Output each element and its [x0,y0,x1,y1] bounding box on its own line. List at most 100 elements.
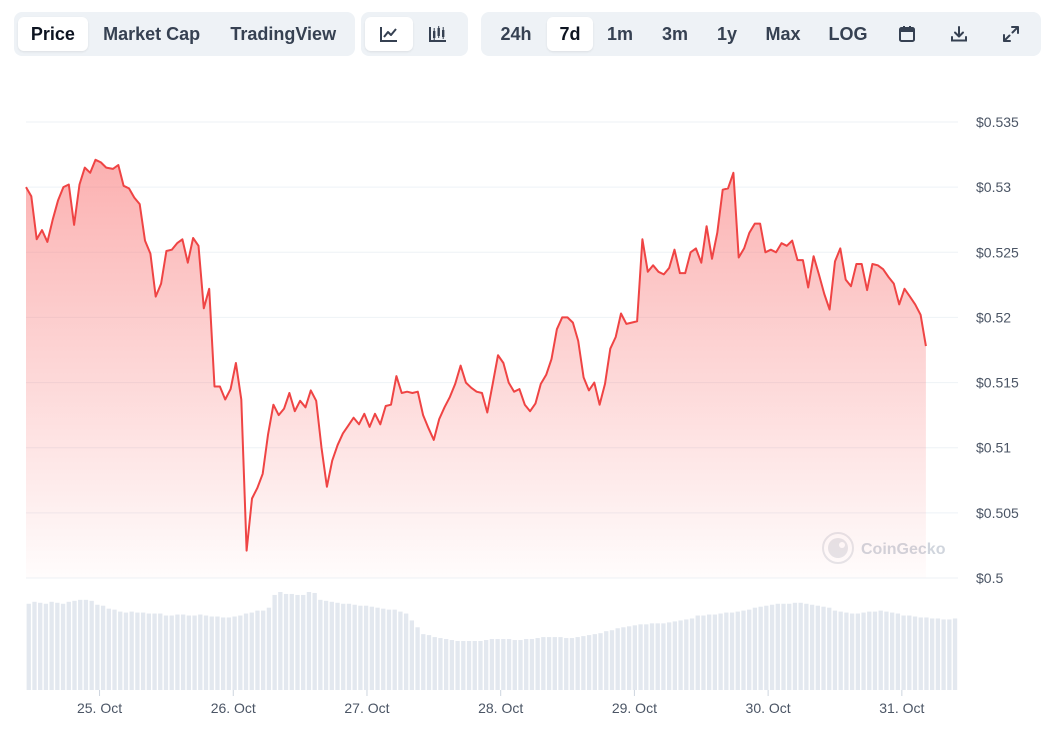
volume-bar [787,603,792,690]
volume-bar [764,605,769,690]
volume-bar [38,602,43,690]
volume-bar [112,609,117,690]
price-chart[interactable]: CoinGecko $0.5$0.505$0.51$0.515$0.52$0.5… [0,0,1043,737]
volume-bar [398,611,403,690]
volume-bar [261,610,266,690]
volume-bar [118,611,123,690]
volume-bar [140,612,146,690]
volume-bar [867,611,872,690]
volume-bar [375,607,380,690]
volume-bar [392,609,397,690]
volume-bar [878,610,883,690]
volume-bar [318,599,323,690]
x-tick-label: 30. Oct [746,700,791,716]
volume-bar [146,613,151,690]
volume-bar [323,600,329,690]
y-tick-label: $0.515 [976,375,1019,391]
volume-bar [552,637,557,690]
volume-bar [123,612,129,690]
volume-bar [884,611,889,690]
volume-bar [598,633,603,690]
volume-bar [935,618,941,690]
volume-bar [752,607,758,690]
volume-bar [747,609,752,690]
volume-bar [501,639,506,690]
volume-bar [546,637,552,690]
volume-bar [741,610,746,690]
volume-bar [443,639,449,690]
volume-bar [569,638,575,690]
volume-bar [649,623,655,690]
volume-bar [129,611,134,690]
y-tick-label: $0.52 [976,309,1011,325]
volume-bar [266,607,272,690]
volume-bar [901,615,906,690]
volume-bar [232,616,237,690]
x-tick-label: 25. Oct [77,700,122,716]
volume-bar [666,622,672,690]
volume-bar [592,634,597,690]
volume-bar [43,603,49,690]
volume-bar [278,592,283,690]
volume-bar [289,593,294,690]
volume-bar [586,635,592,690]
volume-bar [769,604,775,690]
volume-bar [947,619,952,690]
volume-bar [832,610,838,690]
volume-bar [100,605,106,690]
volume-bar [930,618,935,690]
volume-bar [358,605,363,690]
volume-bar [792,602,798,690]
x-tick-label: 31. Oct [879,700,924,716]
volume-bar [775,603,780,690]
volume-bar [226,617,232,690]
volume-bar [889,612,895,690]
volume-bar [180,614,186,690]
volume-bar [609,630,615,690]
x-tick-label: 29. Oct [612,700,657,716]
volume-bar [638,624,643,690]
volume-bar [203,615,209,690]
volume-bar [89,600,94,690]
price-area [26,159,926,579]
volume-bar [632,625,638,690]
volume-bar [672,621,678,690]
volume-bar [918,617,923,690]
volume-bar [655,623,660,690]
volume-bars [26,592,958,690]
volume-bar [221,617,226,690]
volume-bar [564,638,569,690]
volume-bar [335,602,340,690]
volume-bar [363,605,369,690]
volume-bar [712,614,718,690]
volume-bar [175,614,180,690]
volume-bar [301,594,306,690]
volume-bar [621,627,626,690]
volume-bar [541,637,546,690]
volume-bar [449,640,455,690]
y-tick-label: $0.5 [976,570,1003,586]
volume-bar [272,594,277,690]
volume-bar [575,637,580,690]
volume-bar [695,615,700,690]
volume-bar [478,641,483,690]
volume-bar [163,615,169,690]
volume-bar [701,615,706,690]
volume-bar [718,613,723,690]
volume-bar [535,638,540,690]
volume-bar [49,601,54,690]
volume-bar [238,615,243,690]
volume-bar [198,614,203,690]
volume-bar [838,611,843,690]
x-tick-label: 28. Oct [478,700,523,716]
volume-bar [872,611,878,690]
y-tick-label: $0.53 [976,179,1011,195]
volume-bar [32,601,37,690]
volume-bar [484,640,489,690]
volume-bar [135,612,140,690]
volume-bar [60,603,66,690]
volume-bar [306,592,312,690]
volume-bar [243,613,249,690]
volume-bar [192,615,197,690]
volume-bar [409,620,415,690]
